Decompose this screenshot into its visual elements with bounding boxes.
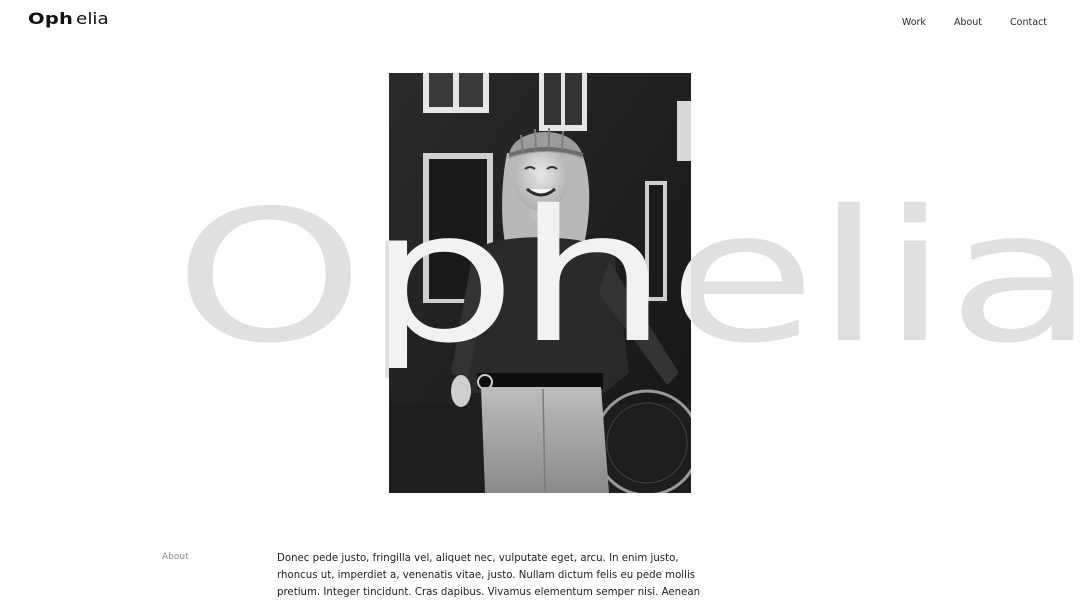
main-nav: Work About Contact xyxy=(902,17,1047,28)
page: Oph elia Work About Contact Ophelia xyxy=(0,0,1080,601)
logo[interactable]: Oph elia xyxy=(28,9,109,28)
nav-link-contact[interactable]: Contact xyxy=(1010,17,1047,28)
logo-bold-part: Oph xyxy=(28,9,74,28)
hero-word-overlay: Ophelia xyxy=(389,73,691,493)
logo-light-part: elia xyxy=(76,9,109,28)
hero-display-word-overlay: Ophelia xyxy=(389,171,691,383)
nav-link-work[interactable]: Work xyxy=(902,17,926,28)
about-section-label: About xyxy=(162,552,189,562)
about-section-body: Donec pede justo, fringilla vel, aliquet… xyxy=(277,553,701,598)
nav-link-about[interactable]: About xyxy=(954,17,982,28)
